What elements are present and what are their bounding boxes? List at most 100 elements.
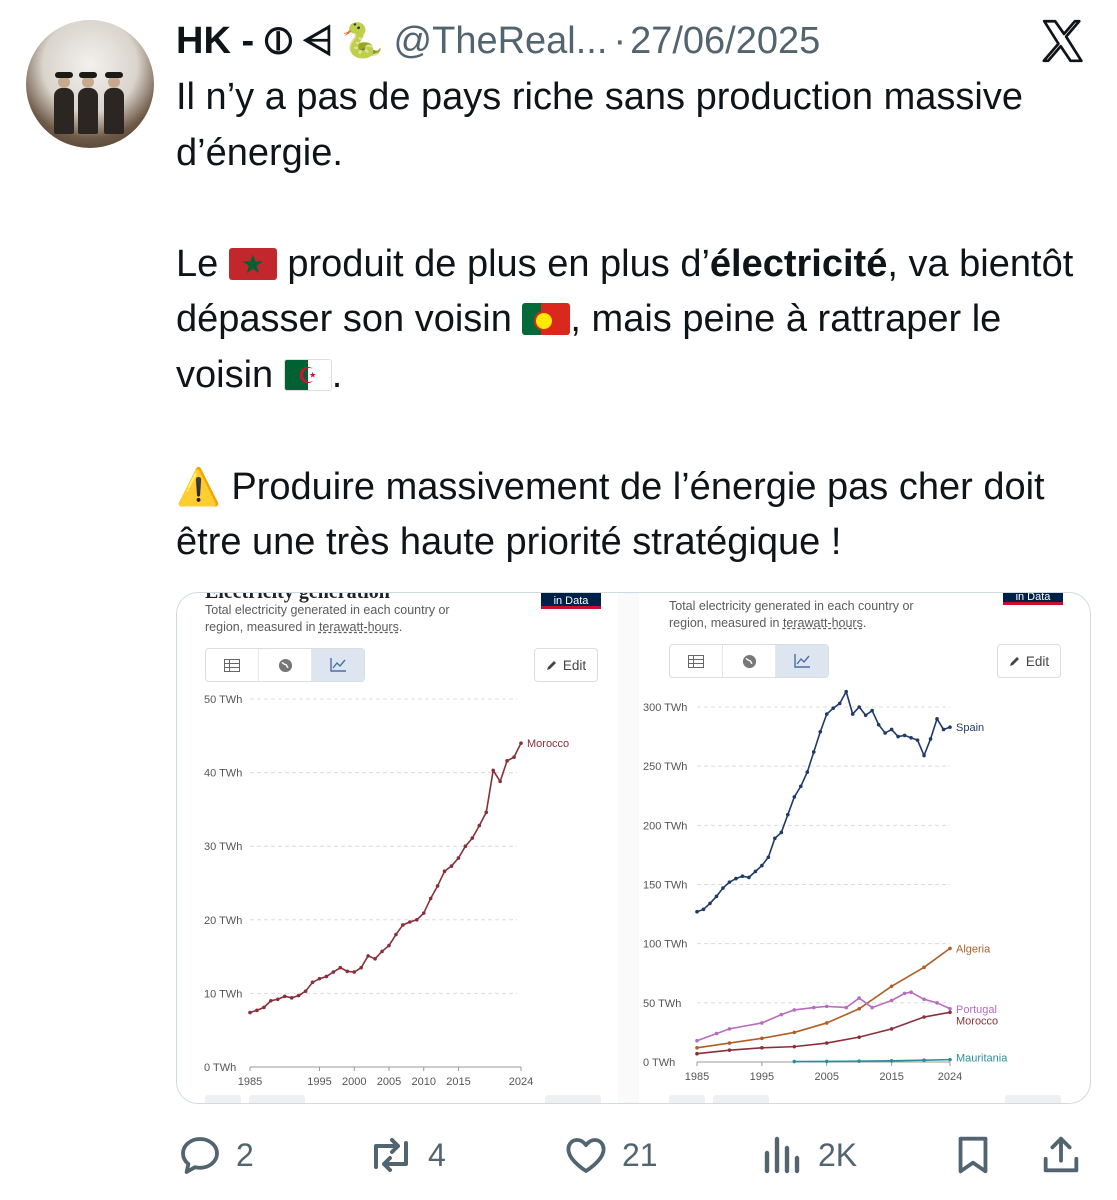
data-point (753, 869, 758, 874)
data-point (414, 918, 419, 922)
chart-panel-right[interactable]: in Data Total electricity generated in e… (639, 593, 1080, 1103)
data-point (779, 830, 784, 835)
data-point (421, 911, 426, 915)
author-name[interactable]: HK - ⦶ ⩤ (176, 20, 333, 63)
data-point (373, 957, 377, 961)
data-point (857, 1059, 861, 1063)
chart-panel-left[interactable]: Electricity generation in Data Total ele… (177, 593, 618, 1103)
data-point (760, 1021, 764, 1025)
timeline-control[interactable] (249, 1095, 305, 1103)
y-tick-label: 100 TWh (643, 939, 687, 951)
data-point (922, 1015, 926, 1019)
like-count: 21 (622, 1136, 658, 1173)
series-line-algeria (696, 947, 951, 1049)
data-point (338, 965, 343, 970)
data-point (714, 1031, 719, 1036)
timeline-control[interactable] (669, 1095, 705, 1103)
tweet-date[interactable]: 27/06/2025 (630, 20, 820, 63)
data-point (922, 753, 926, 758)
data-point (760, 863, 764, 868)
line-chart-right: 0 TWh 50 TWh 100 TWh 150 TWh 200 TWh 250 TWh 3… (643, 689, 1008, 1083)
x-tick-label: 1985 (238, 1076, 262, 1088)
data-point (695, 909, 699, 914)
x-logo-icon[interactable] (1038, 16, 1088, 66)
views-bar-icon (764, 1136, 800, 1174)
x-tick-label: 2015 (446, 1076, 470, 1088)
data-point (824, 1021, 829, 1025)
author-avatar[interactable] (26, 20, 154, 148)
share-icon (1043, 1136, 1079, 1173)
data-point (303, 989, 308, 993)
timeline-control[interactable] (1005, 1095, 1061, 1103)
data-point (255, 1008, 259, 1013)
tweet-action-bar: 2 4 21 2K (176, 1130, 1091, 1180)
reply-count: 2 (236, 1136, 254, 1173)
y-tick-label: 10 TWh (204, 988, 242, 1000)
snake-emoji-icon: 🐍 (341, 22, 384, 60)
data-point (935, 1001, 939, 1005)
data-point (857, 996, 861, 1000)
series-label: Spain (956, 722, 984, 734)
data-point (408, 920, 412, 924)
data-point (428, 896, 433, 901)
data-point (941, 727, 946, 732)
data-point (948, 1057, 952, 1062)
y-tick-label: 40 TWh (204, 768, 242, 780)
bookmark-button[interactable] (950, 1130, 996, 1180)
timeline-control[interactable] (545, 1095, 601, 1103)
data-point (889, 984, 894, 989)
tweet-media[interactable]: Electricity generation in Data Total ele… (176, 592, 1091, 1104)
line-chart-left: 0 TWh 10 TWh 20 TWh 30 TWh 40 TWh 50 TWh 1985 1… (204, 694, 569, 1088)
data-point (727, 1048, 732, 1052)
x-tick-label: 1995 (750, 1071, 774, 1083)
data-point (889, 998, 894, 1003)
data-point (863, 713, 868, 718)
data-point (449, 864, 454, 868)
avatar-figure (78, 72, 98, 134)
avatar-figure (104, 72, 124, 134)
repost-button[interactable]: 4 (366, 1130, 446, 1180)
data-point (876, 722, 881, 727)
data-point (734, 876, 738, 881)
data-point (310, 980, 315, 985)
data-point (948, 725, 952, 729)
data-point (798, 784, 803, 789)
timeline-control[interactable] (713, 1095, 769, 1103)
data-point (792, 1008, 797, 1012)
data-point (773, 836, 777, 841)
views-button[interactable]: 2K (758, 1130, 857, 1180)
series-line-mauritania (794, 1058, 951, 1063)
reply-button[interactable]: 2 (176, 1130, 254, 1180)
data-point (896, 734, 900, 739)
repost-count: 4 (428, 1136, 446, 1173)
data-point (463, 844, 468, 848)
data-point (824, 1059, 829, 1064)
data-point (870, 708, 874, 713)
timeline-control[interactable] (205, 1095, 241, 1103)
data-point (766, 855, 771, 860)
data-point (760, 1036, 764, 1041)
algeria-flag-icon (283, 358, 332, 391)
series-line-morocco (249, 742, 522, 1014)
data-point (928, 737, 933, 741)
data-point (727, 1027, 732, 1031)
heart-icon (566, 1138, 606, 1173)
series-label: Algeria (956, 943, 991, 955)
y-tick-label: 50 TWh (204, 694, 242, 706)
data-point (359, 965, 363, 970)
data-point (512, 755, 516, 759)
author-handle[interactable]: @TheReal... (394, 20, 608, 63)
data-point (902, 991, 907, 996)
like-button[interactable]: 21 (562, 1130, 658, 1180)
data-point (792, 1030, 797, 1035)
morocco-flag-icon (228, 247, 277, 280)
data-point (317, 976, 322, 981)
data-point (695, 1051, 699, 1056)
data-point (857, 705, 861, 709)
share-button[interactable] (1038, 1130, 1084, 1180)
y-tick-label: 0 TWh (643, 1057, 675, 1069)
data-point (695, 1046, 699, 1050)
data-point (889, 1059, 894, 1063)
data-point (289, 996, 294, 1000)
data-point (352, 970, 357, 974)
